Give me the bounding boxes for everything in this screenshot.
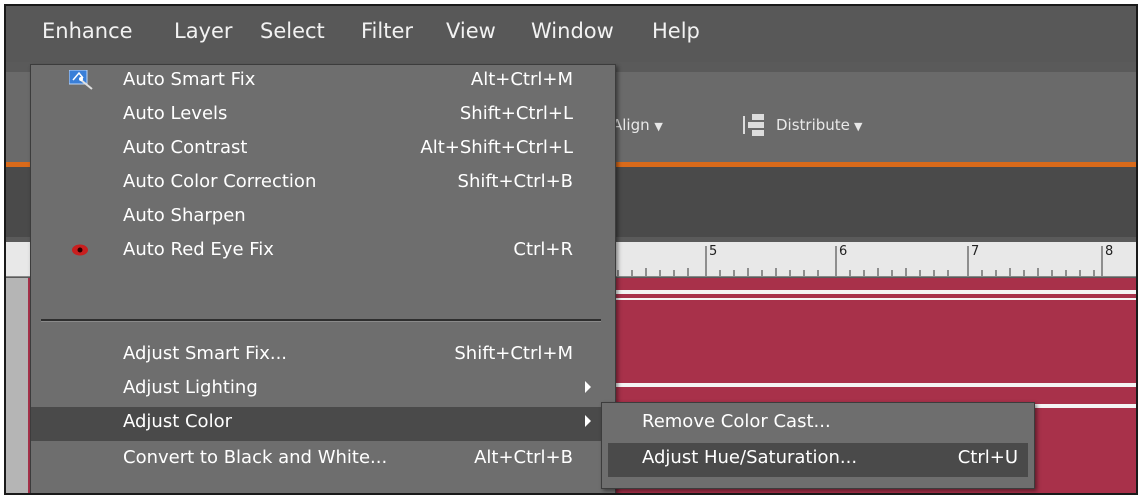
menu-item-auto-levels[interactable]: Auto Levels Shift+Ctrl+L (31, 99, 615, 133)
menu-item-adjust-hue-saturation[interactable]: Adjust Hue/Saturation... Ctrl+U (608, 443, 1028, 477)
enhance-menu: Auto Smart Fix Alt+Ctrl+M Auto Levels Sh… (30, 64, 616, 493)
menu-item-convert-to-black-and-white[interactable]: Convert to Black and White... Alt+Ctrl+B (31, 443, 615, 477)
distribute-label: Distribute (776, 116, 850, 134)
menu-enhance[interactable]: Enhance (42, 19, 133, 43)
chevron-down-icon: ▼ (854, 120, 863, 133)
ruler-label-8: 8 (1105, 244, 1114, 259)
menu-item-label: Auto Sharpen (123, 205, 246, 226)
menu-item-shortcut: Ctrl+U (957, 447, 1018, 468)
canvas-stripe (606, 298, 1136, 300)
menu-window[interactable]: Window (531, 19, 614, 43)
menu-help[interactable]: Help (652, 19, 700, 43)
ruler-label-5: 5 (709, 244, 718, 259)
menu-item-adjust-lighting[interactable]: Adjust Lighting (31, 373, 615, 407)
menu-item-shortcut: Shift+Ctrl+M (454, 343, 573, 364)
menu-item-label: Adjust Color (123, 411, 232, 432)
menu-select[interactable]: Select (260, 19, 325, 43)
adjust-color-submenu: Remove Color Cast... Adjust Hue/Saturati… (601, 402, 1035, 489)
menu-item-label: Adjust Lighting (123, 377, 258, 398)
app-window: Enhance Layer Select Filter View Window … (4, 4, 1138, 495)
menu-item-label: Auto Color Correction (123, 171, 317, 192)
menu-item-auto-smart-fix[interactable]: Auto Smart Fix Alt+Ctrl+M (31, 65, 615, 99)
menu-item-label: Remove Color Cast... (642, 411, 831, 432)
menu-item-label: Auto Levels (123, 103, 228, 124)
align-dropdown[interactable]: Align ▼ (612, 116, 663, 134)
menu-item-auto-contrast[interactable]: Auto Contrast Alt+Shift+Ctrl+L (31, 133, 615, 167)
menu-item-auto-sharpen[interactable]: Auto Sharpen (31, 201, 615, 235)
menu-bar: Enhance Layer Select Filter View Window … (6, 6, 1136, 62)
menu-item-auto-color-correction[interactable]: Auto Color Correction Shift+Ctrl+B (31, 167, 615, 201)
menu-filter[interactable]: Filter (361, 19, 413, 43)
menu-item-label: Adjust Hue/Saturation... (642, 447, 858, 468)
align-label: Align (612, 116, 650, 134)
distribute-icon (743, 114, 764, 136)
distribute-dropdown[interactable]: Distribute ▼ (742, 110, 922, 140)
menu-item-adjust-color[interactable]: Adjust Color (31, 407, 615, 441)
menu-view[interactable]: View (446, 19, 496, 43)
menu-item-shortcut: Ctrl+R (513, 239, 573, 260)
ruler-label-7: 7 (971, 244, 980, 259)
menu-item-label: Auto Contrast (123, 137, 248, 158)
menu-item-shortcut: Alt+Shift+Ctrl+L (420, 137, 573, 158)
menu-item-shortcut: Alt+Ctrl+M (470, 69, 573, 90)
menu-item-adjust-smart-fix[interactable]: Adjust Smart Fix... Shift+Ctrl+M (31, 339, 615, 373)
red-eye-icon (72, 244, 88, 256)
canvas-stripe (606, 290, 1136, 294)
menu-item-label: Auto Red Eye Fix (123, 239, 274, 260)
ruler-label-6: 6 (839, 244, 848, 259)
menu-item-label: Auto Smart Fix (123, 69, 256, 90)
menu-item-shortcut: Shift+Ctrl+B (457, 171, 573, 192)
menu-item-remove-color-cast[interactable]: Remove Color Cast... (602, 407, 1034, 441)
submenu-arrow-icon (585, 381, 591, 393)
menu-layer[interactable]: Layer (174, 19, 233, 43)
submenu-arrow-icon (585, 415, 591, 427)
menu-item-label: Convert to Black and White... (123, 447, 388, 468)
menu-item-label: Adjust Smart Fix... (123, 343, 288, 364)
chevron-down-icon: ▼ (654, 120, 663, 133)
left-panel (6, 278, 28, 493)
menu-item-auto-red-eye-fix[interactable]: Auto Red Eye Fix Ctrl+R (31, 235, 615, 269)
menu-item-shortcut: Shift+Ctrl+L (459, 103, 573, 124)
auto-smart-fix-icon (69, 70, 93, 90)
canvas-stripe (606, 383, 1136, 387)
menu-item-shortcut: Alt+Ctrl+B (474, 447, 573, 468)
menu-separator (41, 319, 601, 322)
